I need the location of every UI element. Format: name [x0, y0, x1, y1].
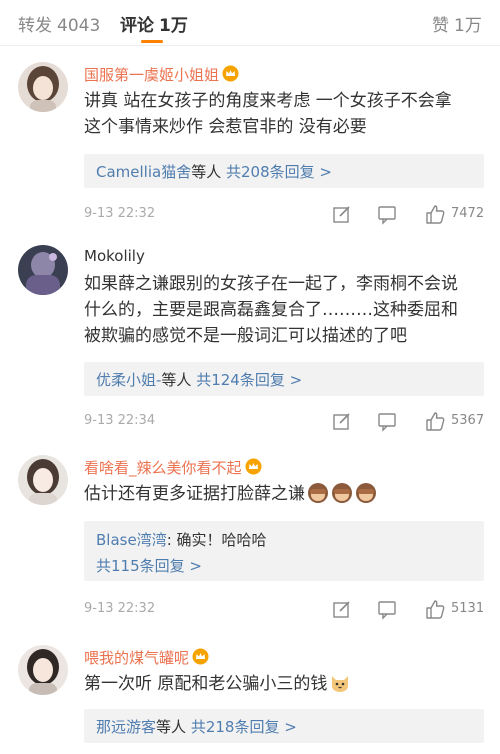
comment-text-line: 这个事情来炒作 会惹官非的 没有必要	[84, 117, 367, 137]
vip-crown-icon	[192, 648, 209, 665]
username-text: 喂我的煤气罐呢	[84, 649, 190, 667]
comment-meta: 9-13 22:32 5131	[84, 598, 484, 620]
comment-username[interactable]: 看啥看_辣么美你看不起	[84, 457, 262, 478]
comment-bubble-icon[interactable]	[376, 203, 398, 225]
repost-edit-icon[interactable]	[331, 203, 353, 225]
tab-like-label: 赞	[432, 16, 449, 36]
like-count: 7472	[451, 206, 485, 221]
reply-suffix: 等人	[156, 718, 187, 736]
reply-suffix: 等人	[191, 163, 222, 181]
comment-text: 第一次听 原配和老公骗小三的钱	[84, 674, 328, 694]
reply-text: : 确实！哈哈哈	[166, 531, 267, 549]
username-text: Mokolily	[84, 247, 145, 265]
comment-bubble-icon[interactable]	[376, 410, 398, 432]
tab-repost-label: 转发	[18, 16, 52, 36]
see-no-evil-monkey-emoji	[356, 483, 376, 503]
avatar[interactable]	[18, 645, 68, 695]
reply-count-link[interactable]: 共115条回复 >	[96, 557, 202, 575]
username-text: 看啥看_辣么美你看不起	[84, 459, 242, 477]
reply-count-link[interactable]: 共124条回复 >	[196, 371, 302, 389]
comment-tabs: 转发 4043 评论 1万 赞 1万	[0, 0, 500, 46]
comment-username[interactable]: 国服第一虞姬小姐姐	[84, 64, 239, 85]
tab-comment[interactable]: 评论 1万	[120, 11, 188, 36]
thumbs-up-icon[interactable]	[424, 598, 446, 620]
reply-user-link[interactable]: Blase湾湾	[96, 531, 167, 549]
vip-crown-icon	[245, 458, 262, 475]
reply-user-link[interactable]: 优柔小姐-	[96, 371, 161, 389]
tab-comment-count: 1万	[159, 16, 188, 36]
comment-username[interactable]: Mokolily	[84, 247, 145, 265]
tab-like[interactable]: 赞 1万	[432, 11, 482, 36]
comment-text: 估计还有更多证据打脸薛之谦	[84, 484, 305, 504]
repost-edit-icon[interactable]	[331, 410, 353, 432]
see-no-evil-monkey-emoji	[332, 483, 352, 503]
tab-like-count: 1万	[454, 16, 482, 36]
comment-meta: 9-13 22:32 7472	[84, 203, 484, 225]
reply-summary[interactable]: 那远游客等人 共218条回复 >	[84, 709, 484, 743]
reply-user-link[interactable]: Camellia猫舍	[96, 163, 191, 181]
comment-bubble-icon[interactable]	[376, 598, 398, 620]
comment-text-line: 被欺骗的感觉不是一般词汇可以描述的了吧	[84, 326, 407, 346]
comment-username[interactable]: 喂我的煤气罐呢	[84, 647, 209, 668]
reply-suffix: 等人	[161, 371, 192, 389]
comment-time: 9-13 22:34	[84, 413, 156, 428]
avatar[interactable]	[18, 62, 68, 112]
reply-count-link[interactable]: 共208条回复 >	[226, 163, 332, 181]
see-no-evil-monkey-emoji	[308, 483, 328, 503]
tab-active-indicator	[141, 40, 163, 43]
comment-time: 9-13 22:32	[84, 601, 156, 616]
avatar[interactable]	[18, 455, 68, 505]
tab-repost-count: 4043	[57, 16, 101, 36]
comment-meta: 9-13 22:34 5367	[84, 410, 484, 432]
comment-text-line: 讲真 站在女孩子的角度来考虑 一个女孩子不会拿	[84, 91, 452, 111]
like-count: 5131	[451, 601, 485, 616]
reply-summary[interactable]: Blase湾湾: 确实！哈哈哈 共115条回复 >	[84, 521, 484, 581]
comment-text-line: 估计还有更多证据打脸薛之谦	[84, 481, 377, 507]
avatar[interactable]	[18, 245, 68, 295]
reply-user-link[interactable]: 那远游客	[96, 718, 156, 736]
username-text: 国服第一虞姬小姐姐	[84, 66, 220, 84]
thumbs-up-icon[interactable]	[424, 410, 446, 432]
reply-summary[interactable]: Camellia猫舍等人 共208条回复 >	[84, 154, 484, 188]
tab-repost[interactable]: 转发 4043	[18, 11, 100, 36]
comment-text-line: 如果薛之谦跟别的女孩子在一起了，李雨桐不会说	[84, 274, 458, 294]
reply-summary[interactable]: 优柔小姐-等人 共124条回复 >	[84, 362, 484, 396]
like-count: 5367	[451, 413, 485, 428]
comment-text-line: 什么的，主要是跟高磊鑫复合了………这种委屈和	[84, 300, 458, 320]
vip-crown-icon	[222, 65, 239, 82]
tab-comment-label: 评论	[120, 16, 154, 36]
thumbs-up-icon[interactable]	[424, 203, 446, 225]
comment-text-line: 第一次听 原配和老公骗小三的钱	[84, 671, 351, 697]
comment-time: 9-13 22:32	[84, 206, 156, 221]
cat-emoji	[332, 676, 349, 692]
repost-edit-icon[interactable]	[331, 598, 353, 620]
reply-count-link[interactable]: 共218条回复 >	[191, 718, 297, 736]
